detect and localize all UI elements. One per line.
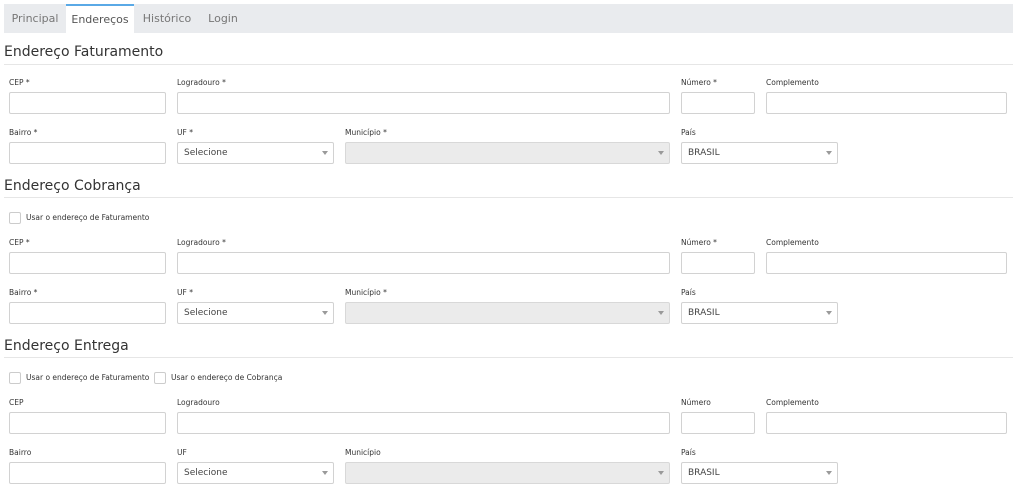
label-cep: CEP * <box>9 78 30 87</box>
divider <box>4 64 1013 65</box>
uf-select-value: Selecione <box>184 468 228 478</box>
tab-principal[interactable]: Principal <box>4 4 66 33</box>
cobranca-usar-faturamento-checkbox[interactable] <box>9 212 21 224</box>
label-pais: País <box>681 288 696 297</box>
label-bairro: Bairro * <box>9 128 38 137</box>
faturamento-cep-input[interactable] <box>9 92 166 114</box>
entrega-municipio-select[interactable] <box>345 462 670 484</box>
entrega-cep-input[interactable] <box>9 412 166 434</box>
faturamento-numero-input[interactable] <box>681 92 755 114</box>
entrega-pais-select[interactable]: BRASIL <box>681 462 838 484</box>
entrega-uf-select[interactable]: Selecione <box>177 462 334 484</box>
label-cep: CEP * <box>9 238 30 247</box>
cobranca-cep-input[interactable] <box>9 252 166 274</box>
label-pais: País <box>681 128 696 137</box>
faturamento-complemento-input[interactable] <box>766 92 1007 114</box>
cobranca-logradouro-input[interactable] <box>177 252 670 274</box>
label-uf: UF * <box>177 128 193 137</box>
divider <box>4 357 1013 358</box>
chevron-down-icon <box>322 311 328 315</box>
cobranca-numero-input[interactable] <box>681 252 755 274</box>
entrega-logradouro-input[interactable] <box>177 412 670 434</box>
chevron-down-icon <box>322 471 328 475</box>
label-municipio: Município * <box>345 128 387 137</box>
section-title-entrega: Endereço Entrega <box>4 338 129 354</box>
faturamento-municipio-select[interactable] <box>345 142 670 164</box>
label-uf: UF * <box>177 288 193 297</box>
chevron-down-icon <box>658 151 664 155</box>
label-uf: UF <box>177 448 187 457</box>
cobranca-uf-select[interactable]: Selecione <box>177 302 334 324</box>
tab-bar: Principal Endereços Histórico Login <box>4 4 1013 33</box>
cobranca-municipio-select[interactable] <box>345 302 670 324</box>
label-complemento: Complemento <box>766 78 819 87</box>
label-numero: Número * <box>681 78 717 87</box>
label-bairro: Bairro <box>9 448 32 457</box>
entrega-bairro-input[interactable] <box>9 462 166 484</box>
label-municipio: Município <box>345 448 381 457</box>
divider <box>4 197 1013 198</box>
label-logradouro: Logradouro * <box>177 238 226 247</box>
label-pais: País <box>681 448 696 457</box>
label-numero: Número * <box>681 238 717 247</box>
chevron-down-icon <box>658 311 664 315</box>
chevron-down-icon <box>322 151 328 155</box>
entrega-usar-cobranca-checkbox[interactable] <box>154 372 166 384</box>
uf-select-value: Selecione <box>184 148 228 158</box>
chevron-down-icon <box>826 471 832 475</box>
faturamento-uf-select[interactable]: Selecione <box>177 142 334 164</box>
pais-select-value: BRASIL <box>688 468 720 478</box>
label-complemento: Complemento <box>766 398 819 407</box>
chevron-down-icon <box>826 151 832 155</box>
section-title-cobranca: Endereço Cobrança <box>4 178 141 194</box>
entrega-usar-faturamento-checkbox[interactable] <box>9 372 21 384</box>
entrega-complemento-input[interactable] <box>766 412 1007 434</box>
label-logradouro: Logradouro <box>177 398 220 407</box>
chevron-down-icon <box>658 471 664 475</box>
section-title-faturamento: Endereço Faturamento <box>4 44 164 60</box>
cobranca-pais-select[interactable]: BRASIL <box>681 302 838 324</box>
tab-historico[interactable]: Histórico <box>134 4 200 33</box>
label-municipio: Município * <box>345 288 387 297</box>
cobranca-complemento-input[interactable] <box>766 252 1007 274</box>
tab-enderecos[interactable]: Endereços <box>66 4 134 33</box>
chevron-down-icon <box>826 311 832 315</box>
pais-select-value: BRASIL <box>688 308 720 318</box>
pais-select-value: BRASIL <box>688 148 720 158</box>
label-numero: Número <box>681 398 711 407</box>
label-bairro: Bairro * <box>9 288 38 297</box>
faturamento-pais-select[interactable]: BRASIL <box>681 142 838 164</box>
label-complemento: Complemento <box>766 238 819 247</box>
tab-login[interactable]: Login <box>200 4 246 33</box>
label-cep: CEP <box>9 398 24 407</box>
uf-select-value: Selecione <box>184 308 228 318</box>
checkbox-label: Usar o endereço de Cobrança <box>171 373 283 382</box>
faturamento-logradouro-input[interactable] <box>177 92 670 114</box>
faturamento-bairro-input[interactable] <box>9 142 166 164</box>
label-logradouro: Logradouro * <box>177 78 226 87</box>
cobranca-bairro-input[interactable] <box>9 302 166 324</box>
entrega-numero-input[interactable] <box>681 412 755 434</box>
checkbox-label: Usar o endereço de Faturamento <box>26 213 150 222</box>
checkbox-label: Usar o endereço de Faturamento <box>26 373 150 382</box>
